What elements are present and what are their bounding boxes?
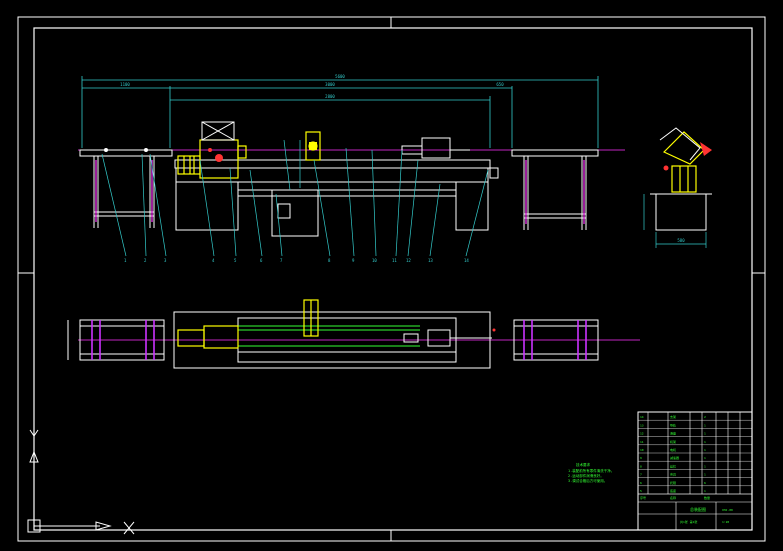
bom-cell: 减速器 [670, 455, 679, 460]
part-label-2: 2 [144, 258, 147, 263]
bom-cell: 托辊 [670, 480, 676, 485]
bom-cell: 夹具 [670, 472, 676, 477]
part-label-9: 9 [352, 258, 355, 263]
hopper [201, 121, 235, 141]
bom-cell: 8 [640, 464, 642, 468]
dim-overall: 5600 [335, 74, 345, 79]
drawing-sheet: 5600 1100 3000 2800 650 1 2 3 4 5 6 7 8 … [17, 16, 766, 542]
notes-line-2: 2.运动部件润滑良好。 [568, 473, 604, 478]
right-clamp [401, 137, 470, 159]
bom-cell: 13 [640, 423, 644, 427]
part-label-5: 5 [234, 258, 237, 263]
title-block-sheet: 共1张 第1张 [680, 519, 697, 524]
title-block-title: 总装配图 [690, 506, 706, 512]
bom-cell: 丝杠 [670, 463, 676, 468]
bom-cell: 1 [704, 456, 706, 460]
part-label-7: 7 [280, 258, 283, 263]
notes-line-3: 3.调试合格后方可使用。 [568, 478, 607, 483]
dim-right: 650 [496, 82, 504, 87]
technical-notes: 技术要求 1.装配前所有零件清洗干净。 2.运动部件润滑良好。 3.调试合格后方… [568, 462, 614, 483]
outer-border [17, 16, 766, 542]
dimension-lines [81, 76, 599, 148]
part-label-3: 3 [164, 258, 167, 263]
bom-cell: 滑座 [670, 431, 676, 436]
bom-cell: 1 [704, 448, 706, 452]
front-view: 5600 1100 3000 2800 650 1 2 3 4 5 6 7 8 … [78, 74, 625, 263]
part-label-13: 13 [428, 258, 433, 263]
bom-cell: 机架 [670, 439, 676, 444]
dim-end-width: 580 [677, 238, 685, 243]
notes-line-1: 1.装配前所有零件清洗干净。 [568, 468, 614, 473]
cad-drawing-canvas: 5600 1100 3000 2800 650 1 2 3 4 5 6 7 8 … [0, 0, 783, 547]
bom-cell: 14 [640, 415, 644, 419]
dim-left: 1100 [120, 82, 130, 87]
right-stand [489, 149, 599, 230]
part-label-11: 11 [392, 258, 397, 263]
title-block-drawing-no: XHJ-00 [722, 508, 733, 512]
bom-cell: 10 [640, 448, 644, 452]
bom-cell: 1 [704, 432, 706, 436]
dim-middle: 3000 [325, 82, 335, 87]
bom-cell: 12 [640, 432, 644, 436]
leader-lines [101, 139, 489, 257]
part-label-8: 8 [328, 258, 331, 263]
title-block-scale: 1:20 [722, 520, 729, 524]
bom-cell: 电机 [670, 447, 676, 452]
bom-cell: 底座 [670, 488, 676, 493]
inner-frame [33, 27, 753, 531]
bom-cell: 1 [704, 440, 706, 444]
bom-cell: 7 [640, 473, 642, 477]
bom-cell: 1 [704, 489, 706, 493]
part-label-1: 1 [124, 258, 127, 263]
bom-header-name: 名称 [670, 495, 676, 500]
bom-cell: 1 [704, 464, 706, 468]
part-label-6: 6 [260, 258, 263, 263]
part-label-14: 14 [464, 258, 469, 263]
dim-middle-inner: 2800 [325, 94, 335, 99]
side-view: 580 [643, 127, 712, 248]
part-label-10: 10 [372, 258, 377, 263]
bom-cell: 支架 [670, 414, 676, 419]
bom-cell: 6 [640, 481, 642, 485]
bom-cell: 11 [640, 440, 644, 444]
ucs-icon [27, 429, 135, 535]
bom-cell: 1 [704, 473, 706, 477]
bom-header-no: 序号 [640, 495, 646, 500]
motor-assembly [177, 139, 247, 179]
bom-cell: 2 [704, 415, 706, 419]
part-label-4: 4 [212, 258, 215, 263]
bom-cell: 5 [640, 489, 642, 493]
bom-cell: 6 [704, 481, 706, 485]
left-stand [79, 149, 173, 228]
bom-header-qty: 数量 [704, 495, 710, 500]
bom-cell: 导轨 [670, 422, 676, 427]
plan-view [67, 299, 640, 369]
bom-cell: 9 [640, 456, 642, 460]
main-base [174, 159, 491, 237]
title-block: 14 支架 213 导轨 112 滑座 111 机架 110 电机 19 减速器 18 丝杠 17 夹具 16 托… [637, 411, 753, 531]
notes-title: 技术要求 [576, 462, 590, 467]
bom-cell: 1 [704, 423, 706, 427]
part-label-12: 12 [406, 258, 411, 263]
